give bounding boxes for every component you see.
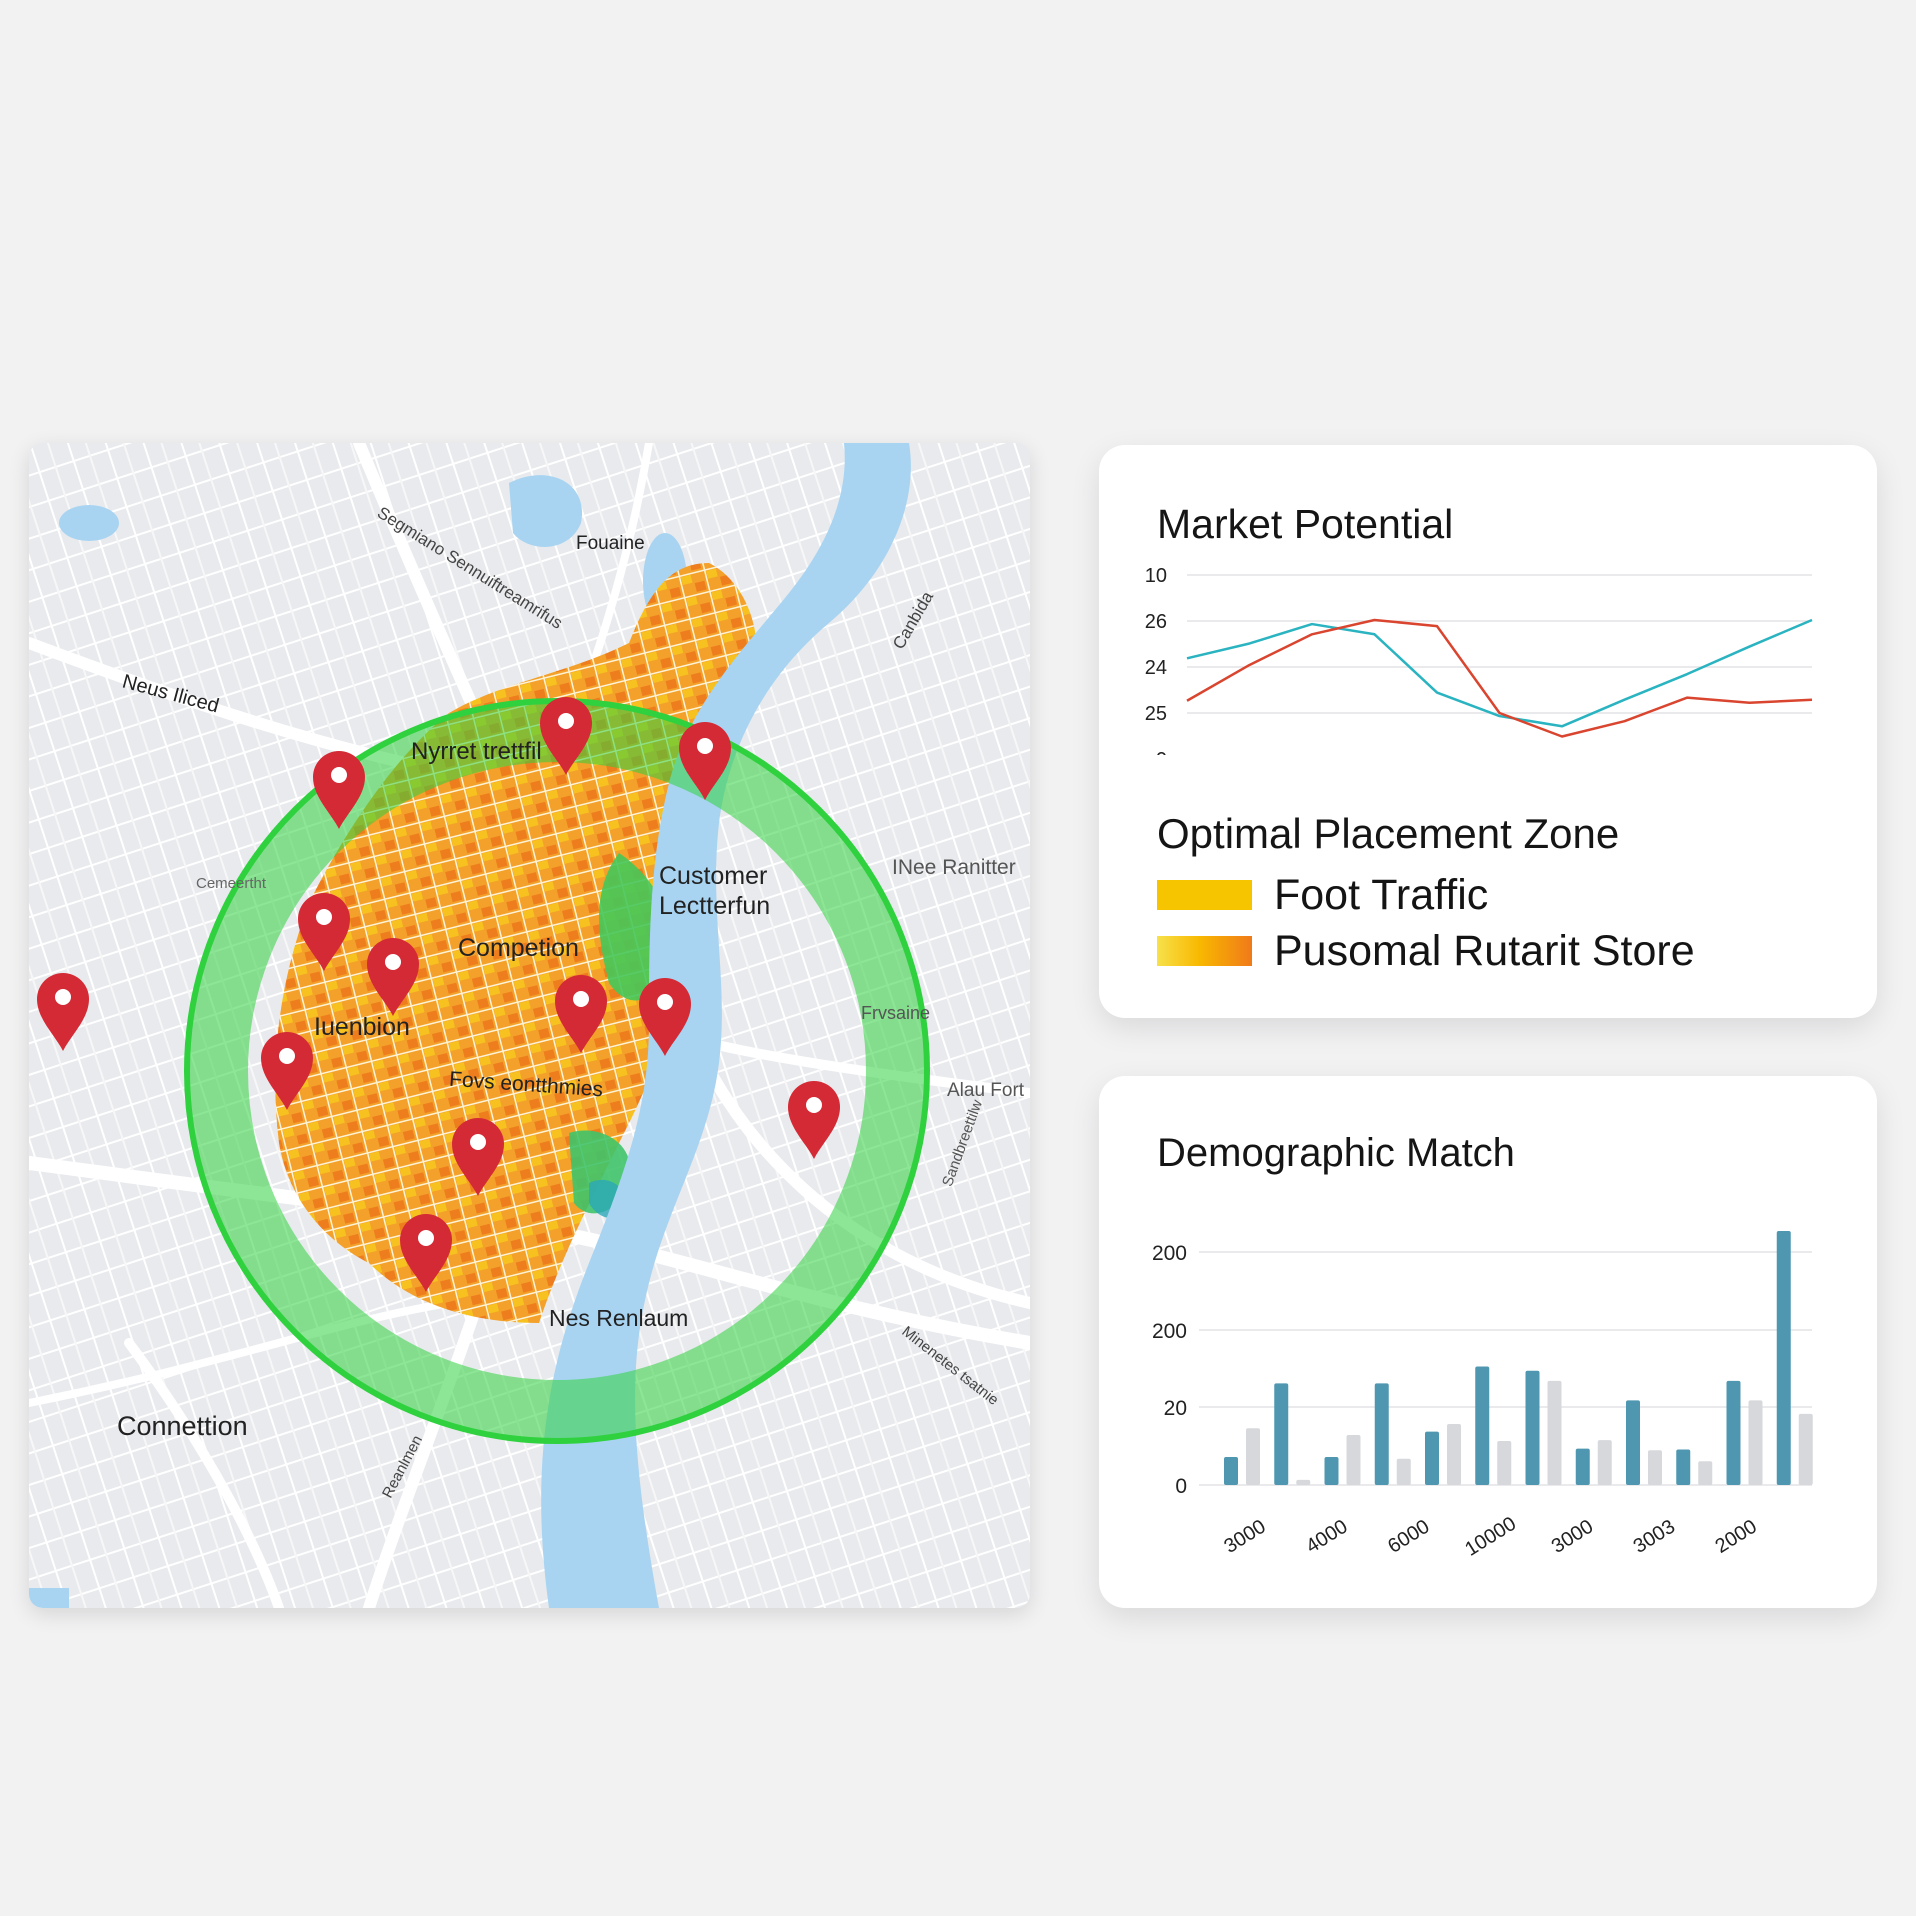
legend-store: Pusomal Rutarit Store	[1157, 927, 1695, 975]
bar	[1776, 1231, 1791, 1485]
bar	[1525, 1370, 1540, 1485]
x-tick-label: 10000	[1461, 1513, 1520, 1561]
pond	[29, 1588, 69, 1608]
bar	[1475, 1366, 1490, 1485]
map-view[interactable]: Nyrret trettfil Customer Lectterfun Comp…	[29, 443, 1030, 1608]
series-line	[1186, 618, 1813, 728]
market-potential-line-chart: 10 26 24 25 0	[1145, 565, 1813, 755]
x-tick-label: 2000	[1712, 1516, 1761, 1558]
store-swatch	[1157, 936, 1252, 966]
demographic-match-title: Demographic Match	[1157, 1131, 1515, 1175]
bar	[1396, 1458, 1411, 1485]
map-label-cemeertht: Cemeertht	[196, 875, 267, 892]
bar	[1374, 1383, 1389, 1485]
optimal-zone-title: Optimal Placement Zone	[1157, 810, 1620, 857]
bar	[1648, 1450, 1662, 1485]
map-label-inee-ranitter: INee Ranitter	[892, 856, 1016, 879]
map-label-fouaine: Fouaine	[576, 533, 645, 554]
y-tick-label: 0	[1156, 749, 1167, 755]
y-tick-label: 0	[1175, 1475, 1187, 1498]
bar	[1726, 1380, 1741, 1485]
map-label-customer: Customer Lectterfun	[659, 862, 771, 920]
market-potential-panel: Market Potential 10 26 24 25 0 Optimal Place…	[1099, 445, 1877, 1018]
y-tick-label: 200	[1152, 1320, 1187, 1343]
y-tick-label: 200	[1152, 1242, 1187, 1265]
map-label-competition: Competion	[458, 934, 579, 962]
y-tick-label: 10	[1145, 565, 1167, 587]
demographic-bar-chart: 2002002003000 4000 6000 10000 3000 3003 2000	[1152, 1231, 1813, 1561]
bar	[1748, 1400, 1763, 1485]
legend-label: Pusomal Rutarit Store	[1274, 926, 1695, 975]
map-label-alau-fort: Alau Fort	[947, 1080, 1025, 1101]
market-potential-title: Market Potential	[1157, 501, 1454, 547]
bar	[1425, 1431, 1439, 1485]
y-tick-label: 25	[1145, 703, 1167, 725]
bar	[1246, 1428, 1260, 1485]
bar	[1798, 1413, 1813, 1485]
bar	[1324, 1457, 1339, 1485]
legend-label: Foot Traffic	[1274, 870, 1489, 919]
bar	[1346, 1435, 1361, 1485]
map-label-nes-renlaum: Nes Renlaum	[549, 1305, 689, 1331]
x-tick-label: 6000	[1384, 1516, 1433, 1558]
x-tick-label: 4000	[1302, 1516, 1351, 1558]
y-tick-label: 24	[1145, 657, 1167, 679]
y-tick-label: 20	[1164, 1397, 1187, 1420]
x-tick-label: 3000	[1220, 1516, 1269, 1558]
pond	[59, 505, 119, 541]
demographic-match-panel: Demographic Match 200 200 20 0 3000 4000 6000 1…	[1099, 1076, 1877, 1608]
y-tick-label: 26	[1145, 611, 1167, 633]
bar	[1447, 1424, 1461, 1485]
map-label-connettion: Connettion	[117, 1411, 248, 1441]
bar	[1575, 1448, 1590, 1485]
foot-traffic-swatch	[1157, 880, 1252, 910]
bar	[1547, 1380, 1562, 1485]
map-label-nyrret: Nyrret trettfil	[411, 738, 542, 765]
x-tick-label: 3003	[1630, 1516, 1679, 1558]
bar	[1676, 1449, 1691, 1485]
bar	[1497, 1440, 1512, 1485]
series-line	[1186, 618, 1813, 738]
map-label-frvsaine: Frvsaine	[861, 1003, 931, 1023]
map-label-iuenbion: Iuenbion	[314, 1013, 410, 1041]
bar	[1224, 1457, 1238, 1485]
bar	[1626, 1400, 1640, 1485]
bar	[1698, 1461, 1713, 1485]
x-tick-label: 3000	[1548, 1516, 1597, 1558]
bar	[1296, 1479, 1311, 1485]
bar	[1597, 1440, 1612, 1485]
legend-foot-traffic: Foot Traffic	[1157, 871, 1488, 919]
bar	[1274, 1383, 1289, 1485]
